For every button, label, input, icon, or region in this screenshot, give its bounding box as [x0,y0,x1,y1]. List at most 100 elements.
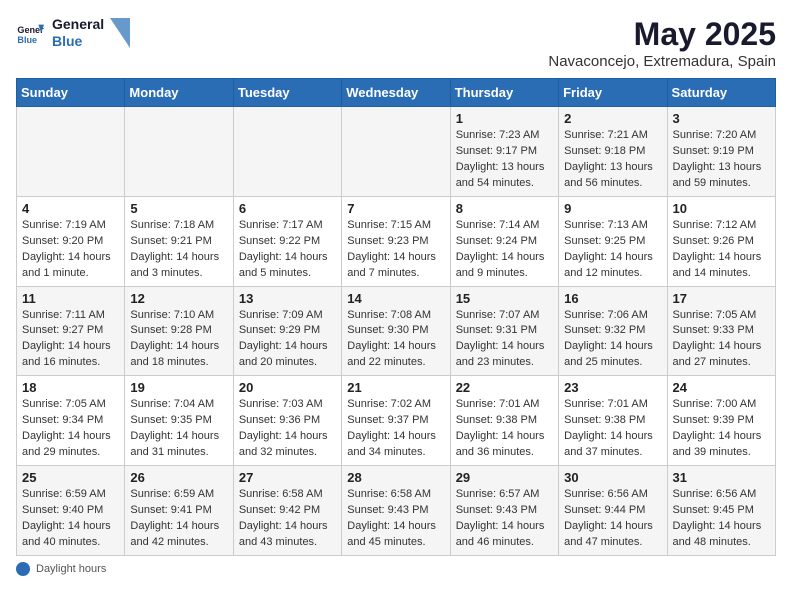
weekday-header-cell: Thursday [450,79,558,107]
day-number: 25 [22,470,119,485]
calendar-body: 1 Sunrise: 7:23 AM Sunset: 9:17 PM Daylig… [17,107,776,556]
day-info: Sunrise: 7:05 AM Sunset: 9:33 PM Dayligh… [673,308,770,372]
calendar-cell: 21 Sunrise: 7:02 AM Sunset: 9:37 PM Dayli… [342,376,450,466]
calendar-week-row: 18Sunrise: 7:05 AM Sunset: 9:34 PM Dayli… [17,376,776,466]
weekday-header-cell: Monday [125,79,233,107]
weekday-header-cell: Tuesday [233,79,341,107]
day-number: 29 [456,470,553,485]
day-number: 9 [564,201,661,216]
day-number: 15 [456,291,553,306]
day-info: Sunrise: 6:56 AM Sunset: 9:45 PM Dayligh… [673,487,770,551]
day-info: Sunrise: 7:12 AM Sunset: 9:26 PM Dayligh… [673,218,770,282]
calendar-cell: 30 Sunrise: 6:56 AM Sunset: 9:44 PM Dayli… [559,466,667,556]
day-number: 27 [239,470,336,485]
calendar-cell: 10Sunrise: 7:12 AM Sunset: 9:26 PM Dayli… [667,196,775,286]
day-info: Sunrise: 7:01 AM Sunset: 9:38 PM Dayligh… [564,397,661,461]
calendar-cell: 7 Sunrise: 7:15 AM Sunset: 9:23 PM Daylig… [342,196,450,286]
calendar-cell: 9 Sunrise: 7:13 AM Sunset: 9:25 PM Daylig… [559,196,667,286]
day-number: 7 [347,201,444,216]
day-info: Sunrise: 7:10 AM Sunset: 9:28 PM Dayligh… [130,308,227,372]
day-number: 20 [239,380,336,395]
day-info: Sunrise: 7:02 AM Sunset: 9:37 PM Dayligh… [347,397,444,461]
day-number: 16 [564,291,661,306]
day-number: 24 [673,380,770,395]
weekday-header-cell: Wednesday [342,79,450,107]
weekday-header-cell: Friday [559,79,667,107]
weekday-header-cell: Saturday [667,79,775,107]
title-area: May 2025 Navaconcejo, Extremadura, Spain [548,16,776,70]
month-title: May 2025 [548,16,776,53]
calendar-table: SundayMondayTuesdayWednesdayThursdayFrid… [16,78,776,556]
calendar-cell: 29 Sunrise: 6:57 AM Sunset: 9:43 PM Dayli… [450,466,558,556]
calendar-cell: 12 Sunrise: 7:10 AM Sunset: 9:28 PM Dayli… [125,286,233,376]
calendar-cell [342,107,450,197]
day-info: Sunrise: 7:17 AM Sunset: 9:22 PM Dayligh… [239,218,336,282]
day-number: 30 [564,470,661,485]
calendar-cell: 11 Sunrise: 7:11 AM Sunset: 9:27 PM Dayli… [17,286,125,376]
calendar-cell: 15 Sunrise: 7:07 AM Sunset: 9:31 PM Dayli… [450,286,558,376]
calendar-cell: 13 Sunrise: 7:09 AM Sunset: 9:29 PM Dayli… [233,286,341,376]
day-number: 17 [673,291,770,306]
calendar-cell: 2Sunrise: 7:21 AM Sunset: 9:18 PM Daylig… [559,107,667,197]
day-info: Sunrise: 7:20 AM Sunset: 9:19 PM Dayligh… [673,128,770,192]
calendar-cell [17,107,125,197]
day-number: 14 [347,291,444,306]
logo-arrow-icon [110,18,130,48]
calendar-cell [233,107,341,197]
day-number: 12 [130,291,227,306]
calendar-cell: 14Sunrise: 7:08 AM Sunset: 9:30 PM Dayli… [342,286,450,376]
header: General Blue General Blue May 2025 Navac… [16,16,776,70]
calendar-cell: 5Sunrise: 7:18 AM Sunset: 9:21 PM Daylig… [125,196,233,286]
logo-blue: Blue [52,33,104,50]
day-info: Sunrise: 6:59 AM Sunset: 9:40 PM Dayligh… [22,487,119,551]
location-title: Navaconcejo, Extremadura, Spain [548,53,776,70]
svg-text:Blue: Blue [17,35,37,45]
calendar-cell: 23Sunrise: 7:01 AM Sunset: 9:38 PM Dayli… [559,376,667,466]
logo: General Blue General Blue [16,16,130,50]
footer-note: Daylight hours [16,562,776,576]
day-number: 8 [456,201,553,216]
calendar-cell: 8 Sunrise: 7:14 AM Sunset: 9:24 PM Daylig… [450,196,558,286]
calendar-cell [125,107,233,197]
day-info: Sunrise: 7:13 AM Sunset: 9:25 PM Dayligh… [564,218,661,282]
day-number: 13 [239,291,336,306]
day-number: 21 [347,380,444,395]
calendar-cell: 6 Sunrise: 7:17 AM Sunset: 9:22 PM Daylig… [233,196,341,286]
calendar-cell: 25 Sunrise: 6:59 AM Sunset: 9:40 PM Dayli… [17,466,125,556]
calendar-cell: 27 Sunrise: 6:58 AM Sunset: 9:42 PM Dayli… [233,466,341,556]
calendar-week-row: 11 Sunrise: 7:11 AM Sunset: 9:27 PM Dayli… [17,286,776,376]
day-info: Sunrise: 7:00 AM Sunset: 9:39 PM Dayligh… [673,397,770,461]
day-info: Sunrise: 7:05 AM Sunset: 9:34 PM Dayligh… [22,397,119,461]
weekday-header-row: SundayMondayTuesdayWednesdayThursdayFrid… [17,79,776,107]
day-info: Sunrise: 7:21 AM Sunset: 9:18 PM Dayligh… [564,128,661,192]
calendar-cell: 20 Sunrise: 7:03 AM Sunset: 9:36 PM Dayli… [233,376,341,466]
day-info: Sunrise: 7:07 AM Sunset: 9:31 PM Dayligh… [456,308,553,372]
day-number: 6 [239,201,336,216]
footer-label: Daylight hours [36,563,106,575]
day-info: Sunrise: 6:58 AM Sunset: 9:42 PM Dayligh… [239,487,336,551]
day-info: Sunrise: 7:15 AM Sunset: 9:23 PM Dayligh… [347,218,444,282]
day-number: 11 [22,291,119,306]
day-info: Sunrise: 7:03 AM Sunset: 9:36 PM Dayligh… [239,397,336,461]
day-info: Sunrise: 7:14 AM Sunset: 9:24 PM Dayligh… [456,218,553,282]
day-info: Sunrise: 6:57 AM Sunset: 9:43 PM Dayligh… [456,487,553,551]
day-info: Sunrise: 7:23 AM Sunset: 9:17 PM Dayligh… [456,128,553,192]
day-info: Sunrise: 7:01 AM Sunset: 9:38 PM Dayligh… [456,397,553,461]
weekday-header-cell: Sunday [17,79,125,107]
day-number: 1 [456,111,553,126]
calendar-cell: 16Sunrise: 7:06 AM Sunset: 9:32 PM Dayli… [559,286,667,376]
day-number: 22 [456,380,553,395]
day-info: Sunrise: 7:18 AM Sunset: 9:21 PM Dayligh… [130,218,227,282]
calendar-cell: 19 Sunrise: 7:04 AM Sunset: 9:35 PM Dayli… [125,376,233,466]
day-info: Sunrise: 7:11 AM Sunset: 9:27 PM Dayligh… [22,308,119,372]
logo-general: General [52,16,104,33]
day-number: 31 [673,470,770,485]
day-info: Sunrise: 7:19 AM Sunset: 9:20 PM Dayligh… [22,218,119,282]
calendar-week-row: 1 Sunrise: 7:23 AM Sunset: 9:17 PM Daylig… [17,107,776,197]
day-number: 19 [130,380,227,395]
day-info: Sunrise: 7:09 AM Sunset: 9:29 PM Dayligh… [239,308,336,372]
calendar-cell: 18Sunrise: 7:05 AM Sunset: 9:34 PM Dayli… [17,376,125,466]
day-info: Sunrise: 7:04 AM Sunset: 9:35 PM Dayligh… [130,397,227,461]
day-number: 26 [130,470,227,485]
day-info: Sunrise: 6:56 AM Sunset: 9:44 PM Dayligh… [564,487,661,551]
